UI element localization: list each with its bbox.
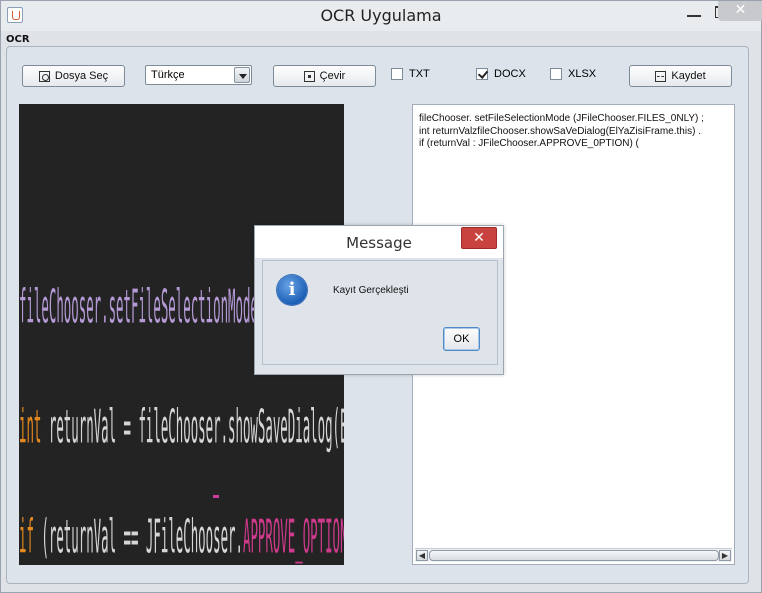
docx-label: DOCX [494,68,526,80]
choose-file-button[interactable]: Dosya Seç [22,65,125,87]
xlsx-checkbox-box[interactable] [550,68,562,80]
image-line3-constant: APPROVE_OPTION [242,509,344,565]
chevron-down-icon[interactable] [234,67,250,83]
image-line2-text: returnVal = fileChooser.showSaveDialog(E… [48,399,344,455]
format-xlsx-checkbox[interactable]: XLSX [550,68,596,80]
close-button[interactable]: ✕ [718,1,762,21]
xlsx-label: XLSX [568,68,597,80]
title-bar[interactable]: OCR Uygulama ✕ [1,1,762,31]
dialog-message: Kayıt Gerçekleşti [333,285,409,296]
save-button[interactable]: Kaydet [629,65,732,87]
scrollbar-thumb[interactable] [429,550,719,561]
scroll-left-icon[interactable]: ◀ [416,550,428,561]
close-icon: ✕ [473,230,485,246]
text-cursor-mark [213,495,219,498]
image-line2-keyword: int [19,399,42,455]
dialog-body: i Kayıt Gerçekleşti OK [262,260,498,365]
dialog-close-button[interactable]: ✕ [461,227,497,249]
translate-label: Çevir [319,70,346,82]
message-dialog: Message ✕ i Kayıt Gerçekleşti OK [254,225,504,375]
close-icon: ✕ [734,2,747,18]
language-select[interactable]: Türkçe [145,65,252,85]
image-code-line-2: int returnVal = fileChooser.showSaveDial… [19,399,344,454]
translate-button[interactable]: Çevir [273,65,376,87]
minimize-button[interactable] [681,1,707,21]
choose-file-label: Dosya Seç [54,70,109,82]
output-line: int returnValzfileChooser.showSaVeDialog… [419,125,701,137]
output-line: if (returnVal : JFileChooser.APPROVE_0PT… [419,138,639,149]
info-icon: i [277,275,307,305]
ocr-menu-label: OCR [6,34,30,45]
format-txt-checkbox[interactable]: TXT [391,68,430,80]
horizontal-scrollbar[interactable]: ◀ ▶ [415,548,732,562]
app-window: OCR Uygulama ✕ OCR Dosya Seç Türkçe Çevi… [0,0,762,593]
language-select-value: Türkçe [151,69,185,81]
txt-checkbox-box[interactable] [391,68,403,80]
window-title: OCR Uygulama [320,6,442,25]
ok-button[interactable]: OK [443,327,480,351]
save-label: Kaydet [671,70,706,82]
dialog-title-bar[interactable]: Message ✕ [255,226,503,258]
image-line3-text: (returnVal == JFileChooser. [33,509,243,565]
ocr-output-text: fileChooser. setFileSelectionMode (JFile… [419,113,704,151]
image-code-line-3: if (returnVal == JFileChooser.APPROVE_OP… [19,509,344,564]
camera-icon [38,70,50,82]
save-icon [655,70,667,82]
txt-label: TXT [409,68,430,80]
document-icon [303,70,315,82]
output-line: fileChooser. setFileSelectionMode (JFile… [419,113,704,124]
image-line3-keyword: if [19,509,34,565]
docx-checkbox-box[interactable] [476,68,488,80]
scroll-right-icon[interactable]: ▶ [719,550,731,561]
format-docx-checkbox[interactable]: DOCX [476,68,526,80]
